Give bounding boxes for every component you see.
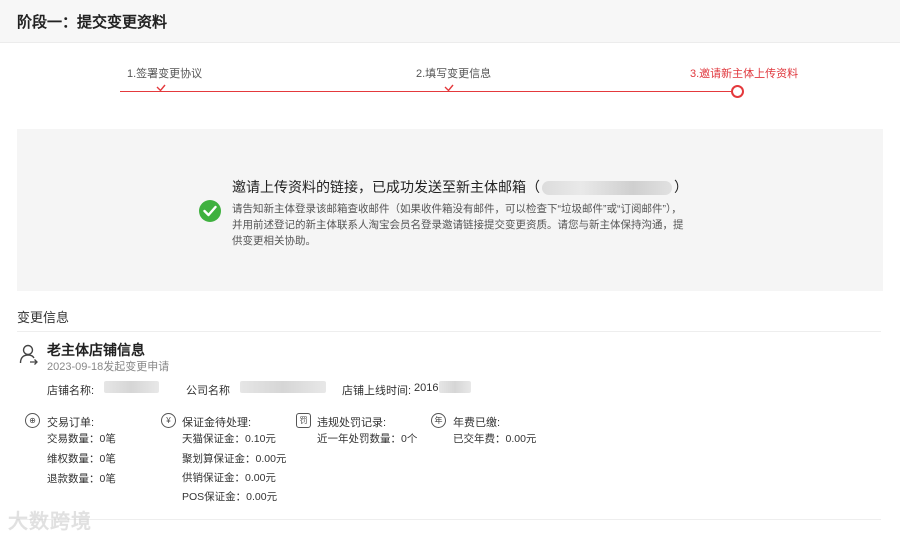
orders-row-2: 维权数量：0笔 xyxy=(47,453,116,465)
deposit-title: 保证金待处理: xyxy=(182,417,252,429)
step-1-check-icon xyxy=(156,84,166,94)
step-3-label: 3.邀请新主体上传资料 xyxy=(690,68,799,80)
bottom-divider xyxy=(17,519,881,520)
watermark-logo: 大数跨境 xyxy=(8,511,92,533)
page-header: 阶段一：提交变更资料 xyxy=(0,0,900,43)
step-3-current-dot xyxy=(731,85,744,98)
fee-row-1: 已交年费：0.00元 xyxy=(453,433,537,445)
deposit-row-4: POS保证金：0.00元 xyxy=(182,491,278,503)
orders-row-3: 退款数量：0笔 xyxy=(47,473,116,485)
fee-title: 年费已缴: xyxy=(453,417,501,429)
redacted-company-name xyxy=(240,381,326,393)
online-time-label: 店铺上线时间: xyxy=(342,385,412,397)
online-time-value: 2016 xyxy=(414,382,439,394)
orders-row-1: 交易数量：0笔 xyxy=(47,433,116,445)
step-2-check-icon xyxy=(444,84,454,94)
section-title: 变更信息 xyxy=(17,310,70,325)
yuan-icon: ¥ xyxy=(161,413,176,428)
section-divider xyxy=(17,331,881,332)
deposit-row-2: 聚划算保证金：0.00元 xyxy=(182,453,287,465)
notice-message: 邀请上传资料的链接，已成功发送至新主体邮箱（ ） xyxy=(232,177,688,197)
page-title: 阶段一：提交变更资料 xyxy=(17,14,168,31)
penalty-record-icon: 罚 xyxy=(296,413,311,428)
user-transfer-icon xyxy=(19,343,39,372)
annual-fee-icon: 年 xyxy=(431,413,446,428)
deposit-row-3: 供销保证金：0.00元 xyxy=(182,472,276,484)
redacted-email xyxy=(542,181,672,196)
store-title: 老主体店铺信息 xyxy=(47,342,145,358)
notice-message-text: 邀请上传资料的链接，已成功发送至新主体邮箱（ xyxy=(232,179,540,195)
notice-description: 请告知新主体登录该邮箱查收邮件（如果收件箱没有邮件，可以检查下“垃圾邮件”或“订… xyxy=(232,203,684,247)
violation-title: 违规处罚记录: xyxy=(317,417,387,429)
success-check-icon xyxy=(199,200,221,222)
redacted-store-name xyxy=(104,381,159,393)
step-connector-line xyxy=(120,91,732,92)
redacted-online-time xyxy=(439,381,471,393)
step-2-label: 2.填写变更信息 xyxy=(416,68,492,80)
store-name-label: 店铺名称: xyxy=(47,385,95,397)
success-notice-panel: 邀请上传资料的链接，已成功发送至新主体邮箱（ ） 请告知新主体登录该邮箱查收邮件（… xyxy=(17,129,883,291)
store-request-date: 2023-09-18发起变更申请 xyxy=(47,361,170,373)
lock-order-icon: ⊕ xyxy=(25,413,40,428)
company-name-label: 公司名称 xyxy=(186,385,230,397)
notice-message-close: ） xyxy=(674,179,688,195)
violation-row-1: 近一年处罚数量：0个 xyxy=(317,433,418,445)
step-1-label: 1.签署变更协议 xyxy=(127,68,203,80)
deposit-row-1: 天猫保证金：0.10元 xyxy=(182,433,276,445)
orders-title: 交易订单: xyxy=(47,417,95,429)
